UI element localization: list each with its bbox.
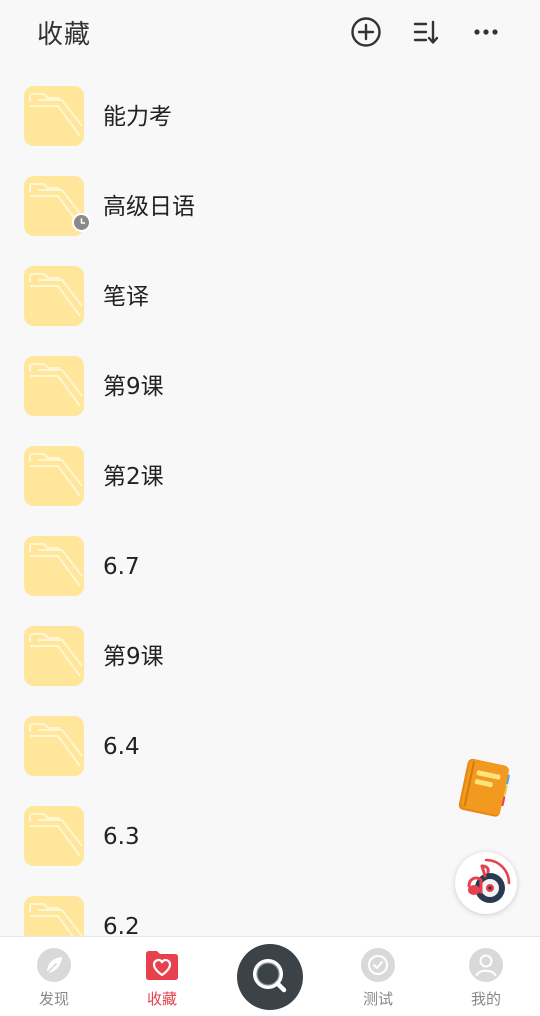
notebook-icon — [458, 758, 510, 817]
tab-test[interactable]: 测试 — [333, 945, 423, 1011]
folder-name: 第9课 — [103, 644, 164, 670]
tab-label: 测试 — [362, 990, 393, 1008]
folder-name: 6.4 — [103, 734, 140, 760]
folder-name: 6.3 — [103, 824, 140, 850]
folder-icon — [24, 716, 84, 776]
leaf-icon — [37, 948, 71, 982]
plus-circle-icon — [351, 17, 381, 47]
user-icon — [469, 948, 503, 982]
folder-icon-wrap — [24, 716, 84, 776]
folder-icon-wrap — [24, 626, 84, 686]
notebook-button[interactable] — [454, 756, 516, 818]
heart-folder-icon — [146, 951, 178, 980]
search-icon — [253, 959, 287, 993]
folder-name: 第2课 — [103, 464, 164, 490]
header: 收藏 — [0, 0, 540, 66]
recent-clock-badge — [72, 213, 91, 232]
page-title: 收藏 — [37, 20, 92, 50]
folder-row[interactable]: 第9课 — [0, 606, 540, 696]
folder-name: 能力考 — [103, 104, 172, 130]
folder-row[interactable]: 第9课 — [0, 336, 540, 426]
folder-row[interactable]: 6.7 — [0, 516, 540, 606]
add-folder-button[interactable] — [348, 14, 384, 50]
more-dots-icon — [474, 29, 498, 35]
folder-icon — [24, 896, 84, 936]
folder-icon — [24, 536, 84, 596]
tab-label: 我的 — [470, 990, 501, 1008]
folder-name: 6.7 — [103, 554, 140, 580]
folder-name: 6.2 — [103, 914, 140, 936]
folder-row[interactable]: 第2课 — [0, 426, 540, 516]
tab-label: 收藏 — [146, 990, 177, 1008]
folder-icon — [24, 806, 84, 866]
folder-row[interactable]: 高级日语 — [0, 156, 540, 246]
tab-me[interactable]: 我的 — [441, 945, 531, 1011]
music-button[interactable] — [455, 852, 517, 914]
folder-icon-wrap — [24, 536, 84, 596]
folder-row[interactable]: 笔译 — [0, 246, 540, 336]
folder-icon-wrap — [24, 86, 84, 146]
folder-name: 第9课 — [103, 374, 164, 400]
check-circle-icon — [361, 948, 395, 982]
more-button[interactable] — [468, 14, 504, 50]
tab-favorites[interactable]: 收藏 — [117, 945, 207, 1011]
folder-icon — [24, 86, 84, 146]
folder-icon — [24, 266, 84, 326]
folder-icon — [24, 356, 84, 416]
folder-icon — [24, 446, 84, 506]
folder-icon — [24, 626, 84, 686]
sort-icon — [413, 20, 439, 44]
folder-icon-wrap — [24, 356, 84, 416]
music-disc-icon — [467, 858, 511, 903]
folder-icon-wrap — [24, 446, 84, 506]
folder-icon-wrap — [24, 806, 84, 866]
folder-row[interactable]: 能力考 — [0, 66, 540, 156]
folder-name: 高级日语 — [103, 194, 195, 220]
center-search-button[interactable] — [237, 944, 303, 1010]
sort-button[interactable] — [408, 14, 444, 50]
folder-icon-wrap — [24, 266, 84, 326]
tab-discover[interactable]: 发现 — [9, 945, 99, 1011]
clock-icon — [80, 218, 86, 224]
folder-icon-wrap — [24, 896, 84, 936]
folder-name: 笔译 — [103, 284, 149, 310]
tab-label: 发现 — [38, 990, 69, 1008]
